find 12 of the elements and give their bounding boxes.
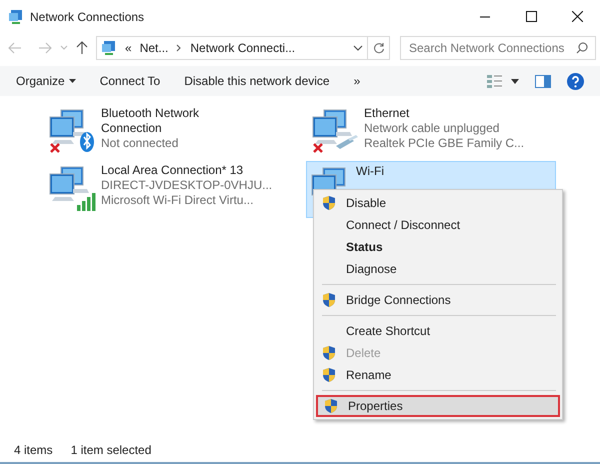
connection-detail: Not connected [101,136,180,151]
status-text: 4 items [14,442,53,459]
connection-detail: Network cable unplugged [364,121,500,136]
status-text: 1 item selected [70,442,152,459]
connection-detail: DIRECT-JVDESKTOP-0VHJU... [101,178,274,193]
connection-detail: Microsoft Wi-Fi Direct Virtu... [101,193,254,208]
connection-name: Ethernet [364,106,410,121]
connection-detail: Realtek PCIe GBE Family C... [364,136,526,151]
window-title: Network Connections [30,8,144,26]
connection-name: Bluetooth Network Connection [101,106,200,136]
connection-name: Local Area Connection* 13 [101,163,244,178]
connection-name: Wi-Fi [356,164,385,179]
